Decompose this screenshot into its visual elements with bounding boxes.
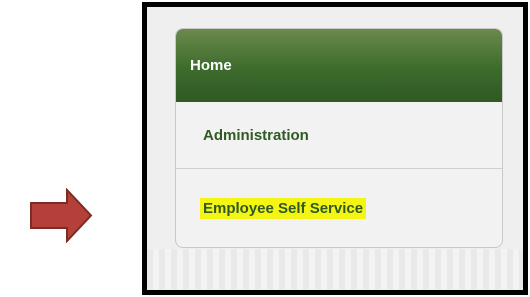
menu-item-home[interactable]: Home — [176, 29, 502, 102]
navigation-menu: Home Administration Employee Self Servic… — [175, 28, 503, 248]
screenshot-frame: Home Administration Employee Self Servic… — [142, 2, 528, 295]
menu-item-administration[interactable]: Administration — [176, 102, 502, 169]
menu-item-administration-label: Administration — [203, 126, 309, 144]
menu-item-employee-self-service-label: Employee Self Service — [200, 197, 367, 219]
right-arrow-icon — [30, 188, 93, 243]
menu-item-home-label: Home — [190, 57, 232, 74]
background-strip — [147, 249, 523, 289]
menu-item-employee-self-service[interactable]: Employee Self Service — [176, 169, 502, 247]
